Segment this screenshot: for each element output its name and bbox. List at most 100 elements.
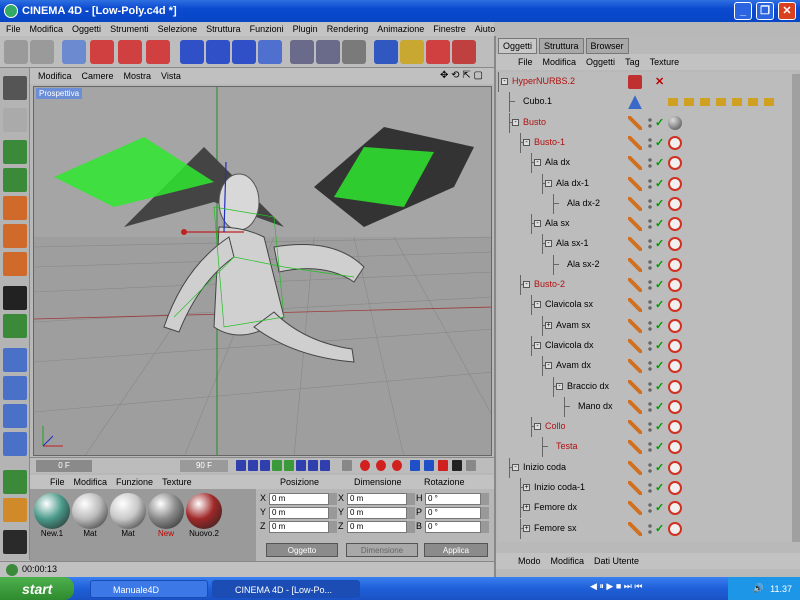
workplane-icon[interactable] [3,314,27,338]
list-item[interactable]: - Busto-2 ✓ [498,275,794,295]
object-name[interactable]: Braccio dx [567,381,609,391]
ik-tag-icon[interactable] [668,196,682,211]
dimension-spinner[interactable] [407,507,415,519]
visibility-dots[interactable] [648,197,652,210]
check-icon[interactable] [3,470,27,494]
menu-plugin[interactable]: Plugin [293,24,318,34]
magnet-icon[interactable] [3,404,27,428]
render-picture-icon[interactable] [316,40,340,64]
perspective-viewport[interactable]: Prospettiva [33,86,492,456]
enabled-check-icon[interactable]: ✓ [655,136,664,149]
object-name[interactable]: Avam sx [556,320,590,330]
object-menu-tag[interactable]: Tag [625,57,640,67]
current-frame-field[interactable]: 0 F [36,460,92,472]
menu-struttura[interactable]: Struttura [206,24,241,34]
visibility-dots[interactable] [648,279,652,291]
attributes-menu-dati-utente[interactable]: Dati Utente [594,556,639,566]
visibility-dots[interactable] [648,299,652,312]
points-mode-icon[interactable] [3,196,27,220]
prev-frame-icon[interactable] [260,460,270,471]
edges-mode-icon[interactable] [3,224,27,248]
task-cinema4d[interactable]: CINEMA 4D - [Low-Po... [212,580,360,598]
axis-mode-icon[interactable] [3,140,27,164]
menu-selezione[interactable]: Selezione [158,24,198,34]
z-axis-icon[interactable] [232,40,256,64]
render-settings-icon[interactable] [342,40,366,64]
expand-toggle[interactable]: - [512,118,519,126]
enabled-check-icon[interactable]: ✓ [655,217,664,230]
rotation-spinner[interactable] [481,507,489,519]
material-swatch[interactable] [110,493,146,529]
ik-tag-icon[interactable] [668,359,682,374]
apply-button[interactable]: Applica [424,543,488,557]
visibility-dots[interactable] [648,441,652,454]
expand-toggle[interactable]: - [545,362,552,370]
enabled-check-icon[interactable]: ✓ [655,501,664,514]
enabled-check-icon[interactable]: ✓ [655,339,664,352]
pla-key-icon[interactable] [466,460,476,471]
list-item[interactable]: - Ala dx ✓ [498,153,794,174]
ik-tag-icon[interactable] [668,420,682,435]
ik-tag-icon[interactable] [668,481,682,495]
list-item[interactable]: - Avam dx ✓ [498,356,794,377]
scale-icon[interactable] [118,40,142,64]
object-menu-modifica[interactable]: Modifica [543,57,577,67]
rotation-field[interactable]: 0 ° [425,493,481,505]
object-name[interactable]: Ala dx-1 [556,178,589,188]
position-field[interactable]: 0 m [269,507,329,519]
rotation-field[interactable]: 0 ° [425,507,481,519]
viewport-menu-vista[interactable]: Vista [161,71,181,81]
expand-toggle[interactable]: + [545,321,552,329]
object-name[interactable]: Collo [545,421,566,431]
expand-toggle[interactable]: - [501,78,508,85]
enabled-check-icon[interactable]: ✓ [655,400,664,413]
visibility-dots[interactable] [648,177,652,190]
position-key-icon[interactable] [410,460,420,471]
viewport-menu-mostra[interactable]: Mostra [124,71,152,81]
enabled-check-icon[interactable]: ✓ [655,440,664,453]
expand-toggle[interactable]: - [534,220,541,228]
list-item[interactable]: - Clavicola sx ✓ [498,295,794,316]
expand-toggle[interactable]: + [523,504,530,512]
position-field[interactable]: 0 m [269,521,329,533]
object-name[interactable]: Inizio coda-1 [534,482,585,492]
move-icon[interactable] [90,40,114,64]
ik-tag-icon[interactable] [668,521,682,536]
coord-mode-select[interactable]: Oggetto [266,543,338,557]
attributes-menu-modo[interactable]: Modo [518,556,541,566]
list-item[interactable]: - Ala sx-1 ✓ [498,234,794,255]
enabled-check-icon[interactable]: ✓ [655,359,664,372]
material-swatch[interactable] [186,493,222,529]
viewport-menu-camere[interactable]: Camere [82,71,114,81]
stop-icon[interactable] [284,460,294,471]
tab-oggetti[interactable]: Oggetti [498,38,538,54]
viewport-nav-icons[interactable]: ✥ ⟲ ⇱ ▢ [440,70,483,81]
material-menu-texture[interactable]: Texture [162,477,192,487]
start-button[interactable]: start [0,577,74,600]
render-view-icon[interactable] [290,40,314,64]
layer-icon[interactable] [3,498,27,522]
deactivate-icon[interactable]: ✕ [655,75,664,88]
scale-key-icon[interactable] [424,460,434,471]
menu-rendering[interactable]: Rendering [327,24,369,34]
ik-tag-icon[interactable] [668,440,682,455]
list-item[interactable]: + Avam sx ✓ [498,315,794,336]
object-menu-file[interactable]: File [518,57,533,67]
list-item[interactable]: + Femore sx ✓ [498,518,794,539]
enabled-check-icon[interactable]: ✓ [655,298,664,311]
enabled-check-icon[interactable]: ✓ [655,380,664,393]
visibility-dots[interactable] [648,319,652,332]
enabled-check-icon[interactable]: ✓ [655,156,664,169]
object-mode-icon[interactable] [3,108,27,132]
ik-tag-icon[interactable] [668,278,682,292]
rotation-spinner[interactable] [481,521,489,533]
dimension-field[interactable]: 0 m [347,507,407,519]
visibility-dots[interactable] [648,238,652,251]
object-menu-oggetti[interactable]: Oggetti [586,57,615,67]
visibility-dots[interactable] [648,218,652,231]
list-item[interactable]: + Femore dx ✓ [498,498,794,519]
list-item[interactable]: - Ala dx-1 ✓ [498,173,794,194]
list-item[interactable]: + Inizio coda-1 ✓ [498,478,794,498]
object-name[interactable]: Ala dx [545,157,570,167]
enabled-check-icon[interactable]: ✓ [655,258,664,271]
